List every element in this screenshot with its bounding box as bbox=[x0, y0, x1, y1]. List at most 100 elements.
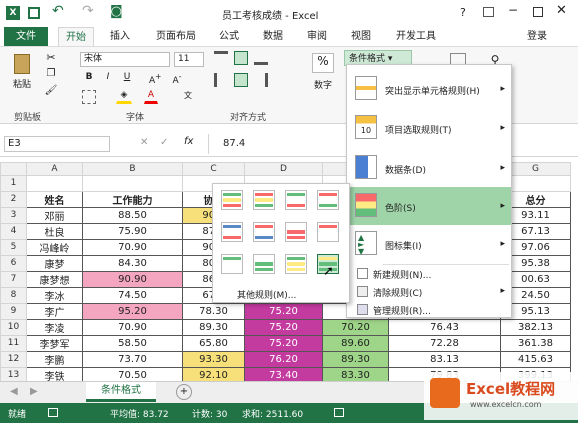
align-top-icon[interactable] bbox=[214, 51, 228, 65]
cell-d9[interactable]: 75.20 bbox=[244, 302, 323, 320]
cell-d11[interactable]: 75.20 bbox=[244, 334, 323, 352]
cell-b6[interactable]: 84.30 bbox=[82, 254, 183, 272]
decrease-font-icon[interactable]: A- bbox=[170, 71, 184, 86]
menu-highlight-rules[interactable]: 突出显示单元格规则(H) ▸ bbox=[347, 70, 511, 108]
cell-a4[interactable]: 杜良 bbox=[26, 222, 83, 240]
cell-b10[interactable]: 70.90 bbox=[82, 318, 183, 336]
redo-icon[interactable]: ↷ bbox=[82, 3, 94, 19]
cell-c10[interactable]: 89.30 bbox=[182, 318, 245, 336]
align-center-icon[interactable] bbox=[234, 73, 248, 87]
cell-b3[interactable]: 88.50 bbox=[82, 206, 183, 224]
cell-c9[interactable]: 78.30 bbox=[182, 302, 245, 320]
color-scale-option[interactable] bbox=[253, 190, 275, 210]
minimize-button[interactable]: − bbox=[508, 3, 518, 17]
increase-font-icon[interactable]: A+ bbox=[148, 71, 162, 86]
number-format-button[interactable]: 数字 bbox=[308, 77, 338, 91]
cell-f12[interactable]: 83.13 bbox=[388, 350, 501, 368]
more-rules-link[interactable]: 其他规则(M)... bbox=[237, 288, 296, 301]
row-header[interactable]: 11 bbox=[0, 334, 27, 352]
font-size-select[interactable]: 11 bbox=[174, 52, 204, 67]
tab-developer[interactable]: 开发工具 bbox=[390, 27, 442, 46]
next-sheet-icon[interactable]: ▶ bbox=[30, 386, 38, 397]
cell-g12[interactable]: 415.63 bbox=[500, 350, 571, 368]
close-button[interactable]: ✕ bbox=[556, 3, 567, 18]
tab-insert[interactable]: 插入 bbox=[104, 27, 136, 46]
menu-new-rule[interactable]: 新建规则(N)... bbox=[347, 265, 511, 283]
col-header-a[interactable]: A bbox=[26, 162, 83, 176]
paste-button[interactable]: 粘贴 bbox=[8, 51, 36, 93]
name-box[interactable]: E3 bbox=[4, 136, 110, 152]
phonetic-icon[interactable]: 文 bbox=[180, 89, 196, 104]
row-header[interactable]: 13 bbox=[0, 366, 27, 381]
menu-manage-rules[interactable]: 管理规则(R)... bbox=[347, 301, 511, 319]
camera-icon[interactable]: ◙ bbox=[110, 4, 123, 19]
add-sheet-button[interactable]: + bbox=[176, 384, 192, 400]
cell-d10[interactable]: 75.20 bbox=[244, 318, 323, 336]
row-header[interactable]: 9 bbox=[0, 302, 27, 320]
corner-cell[interactable] bbox=[0, 162, 27, 176]
cell-b1[interactable] bbox=[82, 175, 183, 192]
ribbon-display-icon[interactable] bbox=[483, 7, 494, 17]
cell-b8[interactable]: 74.50 bbox=[82, 286, 183, 304]
cell-a10[interactable]: 李凌 bbox=[26, 318, 83, 336]
menu-top-bottom-rules[interactable]: 10 项目选取规则(T) ▸ bbox=[347, 109, 511, 147]
align-middle-icon[interactable] bbox=[234, 51, 248, 65]
cell-b4[interactable]: 75.90 bbox=[82, 222, 183, 240]
cell-b12[interactable]: 73.70 bbox=[82, 350, 183, 368]
font-color-button[interactable]: A bbox=[144, 89, 158, 104]
cell-c13[interactable]: 92.10 bbox=[182, 366, 245, 381]
cell-e12[interactable]: 89.30 bbox=[322, 350, 389, 368]
italic-button[interactable]: I bbox=[101, 71, 115, 85]
cell-g10[interactable]: 382.13 bbox=[500, 318, 571, 336]
cell-g11[interactable]: 361.38 bbox=[500, 334, 571, 352]
col-header-b[interactable]: B bbox=[82, 162, 183, 176]
help-button[interactable]: ? bbox=[460, 6, 466, 19]
color-scale-option[interactable] bbox=[253, 254, 275, 274]
menu-icon-sets[interactable]: ▲ ► ▼ 图标集(I) ▸ bbox=[347, 225, 511, 263]
function-icon[interactable]: fx bbox=[184, 136, 193, 147]
cell-a3[interactable]: 邓丽 bbox=[26, 206, 83, 224]
cell-f11[interactable]: 72.28 bbox=[388, 334, 501, 352]
menu-color-scales[interactable]: 色阶(S) ▸ bbox=[347, 187, 511, 225]
normal-view-icon[interactable] bbox=[334, 408, 344, 417]
cell-d13[interactable]: 73.40 bbox=[244, 366, 323, 381]
tab-view[interactable]: 视图 bbox=[346, 27, 376, 46]
cell-b9[interactable]: 95.20 bbox=[82, 302, 183, 320]
cell-a7[interactable]: 康梦想 bbox=[26, 270, 83, 288]
row-header[interactable]: 10 bbox=[0, 318, 27, 336]
undo-icon[interactable]: ↶ bbox=[52, 3, 64, 19]
cell-a9[interactable]: 李广 bbox=[26, 302, 83, 320]
row-header[interactable]: 12 bbox=[0, 350, 27, 368]
cell-b5[interactable]: 70.90 bbox=[82, 238, 183, 256]
maximize-button[interactable] bbox=[533, 7, 543, 17]
percent-button[interactable]: % bbox=[312, 53, 334, 73]
row-header[interactable]: 2 bbox=[0, 190, 27, 208]
bold-button[interactable]: B bbox=[82, 71, 96, 85]
row-header[interactable]: 5 bbox=[0, 238, 27, 256]
row-header[interactable]: 6 bbox=[0, 254, 27, 272]
cancel-icon[interactable]: ✕ bbox=[140, 137, 148, 148]
col-header-d[interactable]: D bbox=[244, 162, 323, 176]
color-scale-option[interactable] bbox=[221, 222, 243, 242]
tab-home[interactable]: 开始 bbox=[58, 27, 94, 46]
cell-a2[interactable]: 姓名 bbox=[26, 190, 83, 208]
login-link[interactable]: 登录 bbox=[522, 27, 552, 46]
underline-button[interactable]: U bbox=[120, 71, 134, 85]
align-right-icon[interactable] bbox=[254, 73, 268, 87]
cell-a8[interactable]: 李冰 bbox=[26, 286, 83, 304]
menu-clear-rules[interactable]: 清除规则(C) ▸ bbox=[347, 283, 511, 301]
cell-d12[interactable]: 76.20 bbox=[244, 350, 323, 368]
save-icon[interactable] bbox=[28, 7, 40, 19]
border-icon[interactable] bbox=[82, 90, 96, 104]
tab-data[interactable]: 数据 bbox=[258, 27, 288, 46]
sheet-tab-active[interactable]: 条件格式 bbox=[86, 382, 156, 402]
cell-e13[interactable]: 83.30 bbox=[322, 366, 389, 381]
row-header[interactable]: 8 bbox=[0, 286, 27, 304]
align-left-icon[interactable] bbox=[214, 73, 228, 87]
cell-e11[interactable]: 89.60 bbox=[322, 334, 389, 352]
cell-a1[interactable] bbox=[26, 175, 83, 192]
cell-f10[interactable]: 76.43 bbox=[388, 318, 501, 336]
cell-b13[interactable]: 70.50 bbox=[82, 366, 183, 381]
color-scale-option[interactable] bbox=[221, 190, 243, 210]
align-bottom-icon[interactable] bbox=[254, 51, 268, 65]
